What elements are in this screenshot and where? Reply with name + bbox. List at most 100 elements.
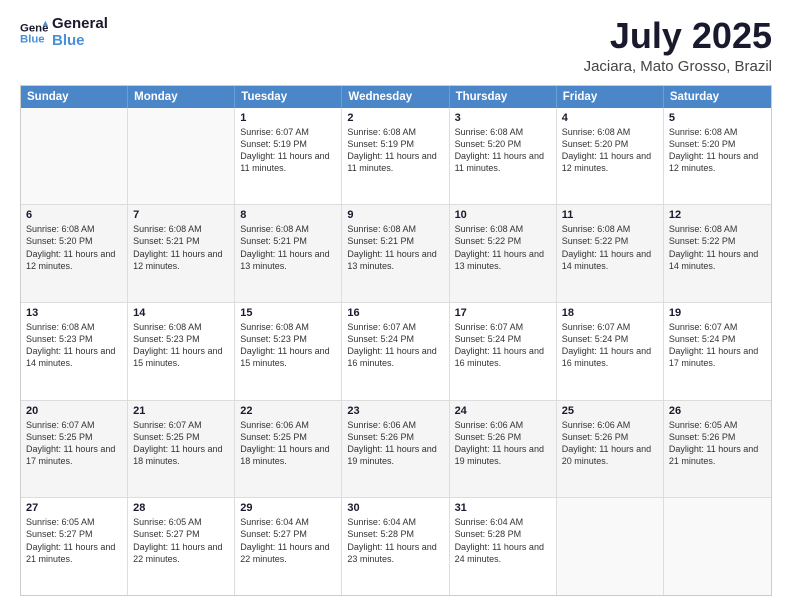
day-number: 23 <box>347 405 443 417</box>
day-number: 25 <box>562 405 658 417</box>
calendar-body: 1 Sunrise: 6:07 AM Sunset: 5:19 PM Daylig… <box>21 108 771 595</box>
cal-cell-2-6: 19 Sunrise: 6:07 AM Sunset: 5:24 PM Dayli… <box>664 303 771 400</box>
cal-cell-2-1: 14 Sunrise: 6:08 AM Sunset: 5:23 PM Dayli… <box>128 303 235 400</box>
header-day-thursday: Thursday <box>450 86 557 108</box>
day-number: 16 <box>347 307 443 319</box>
header-day-friday: Friday <box>557 86 664 108</box>
cal-cell-4-0: 27 Sunrise: 6:05 AM Sunset: 5:27 PM Dayli… <box>21 498 128 595</box>
cell-text: Sunrise: 6:05 AM Sunset: 5:26 PM Dayligh… <box>669 419 766 468</box>
header-day-sunday: Sunday <box>21 86 128 108</box>
cal-cell-0-2: 1 Sunrise: 6:07 AM Sunset: 5:19 PM Daylig… <box>235 108 342 205</box>
subtitle: Jaciara, Mato Grosso, Brazil <box>584 58 772 75</box>
cal-cell-0-6: 5Sunrise: 6:08 AM Sunset: 5:20 PM Daylig… <box>664 108 771 205</box>
week-row-3: 20Sunrise: 6:07 AM Sunset: 5:25 PM Dayli… <box>21 400 771 498</box>
cal-cell-4-5 <box>557 498 664 595</box>
cal-cell-1-4: 10Sunrise: 6:08 AM Sunset: 5:22 PM Dayli… <box>450 205 557 302</box>
cal-cell-2-3: 16 Sunrise: 6:07 AM Sunset: 5:24 PM Dayli… <box>342 303 449 400</box>
cell-text: Sunrise: 6:04 AM Sunset: 5:27 PM Dayligh… <box>240 516 336 565</box>
cal-cell-4-4: 31 Sunrise: 6:04 AM Sunset: 5:28 PM Dayli… <box>450 498 557 595</box>
cal-cell-4-6 <box>664 498 771 595</box>
cell-text: Sunrise: 6:08 AM Sunset: 5:21 PM Dayligh… <box>240 223 336 272</box>
cell-text: Sunrise: 6:07 AM Sunset: 5:25 PM Dayligh… <box>133 419 229 468</box>
calendar: SundayMondayTuesdayWednesdayThursdayFrid… <box>20 85 772 596</box>
day-number: 12 <box>669 209 766 221</box>
cell-text: Sunrise: 6:08 AM Sunset: 5:20 PM Dayligh… <box>562 126 658 175</box>
cal-cell-1-1: 7Sunrise: 6:08 AM Sunset: 5:21 PM Daylig… <box>128 205 235 302</box>
day-number: 4 <box>562 112 658 124</box>
cell-text: Sunrise: 6:07 AM Sunset: 5:24 PM Dayligh… <box>669 321 766 370</box>
cell-text: Sunrise: 6:08 AM Sunset: 5:19 PM Dayligh… <box>347 126 443 175</box>
cal-cell-2-4: 17 Sunrise: 6:07 AM Sunset: 5:24 PM Dayli… <box>450 303 557 400</box>
cal-cell-3-3: 23 Sunrise: 6:06 AM Sunset: 5:26 PM Dayli… <box>342 401 449 498</box>
logo-icon: General Blue <box>20 19 48 47</box>
day-number: 6 <box>26 209 122 221</box>
cell-text: Sunrise: 6:05 AM Sunset: 5:27 PM Dayligh… <box>26 516 122 565</box>
cell-text: Sunrise: 6:08 AM Sunset: 5:21 PM Dayligh… <box>133 223 229 272</box>
day-number: 14 <box>133 307 229 319</box>
cell-text: Sunrise: 6:08 AM Sunset: 5:22 PM Dayligh… <box>669 223 766 272</box>
day-number: 8 <box>240 209 336 221</box>
cell-text: Sunrise: 6:07 AM Sunset: 5:19 PM Dayligh… <box>240 126 336 175</box>
svg-text:Blue: Blue <box>20 33 45 45</box>
cal-cell-3-1: 21 Sunrise: 6:07 AM Sunset: 5:25 PM Dayli… <box>128 401 235 498</box>
logo-blue: Blue <box>52 33 108 50</box>
cell-text: Sunrise: 6:06 AM Sunset: 5:26 PM Dayligh… <box>455 419 551 468</box>
main-title: July 2025 <box>584 16 772 56</box>
cell-text: Sunrise: 6:08 AM Sunset: 5:23 PM Dayligh… <box>133 321 229 370</box>
cal-cell-3-2: 22Sunrise: 6:06 AM Sunset: 5:25 PM Dayli… <box>235 401 342 498</box>
day-number: 2 <box>347 112 443 124</box>
day-number: 18 <box>562 307 658 319</box>
day-number: 5 <box>669 112 766 124</box>
day-number: 1 <box>240 112 336 124</box>
cell-text: Sunrise: 6:07 AM Sunset: 5:24 PM Dayligh… <box>562 321 658 370</box>
cell-text: Sunrise: 6:07 AM Sunset: 5:25 PM Dayligh… <box>26 419 122 468</box>
cal-cell-2-0: 13Sunrise: 6:08 AM Sunset: 5:23 PM Dayli… <box>21 303 128 400</box>
header-day-saturday: Saturday <box>664 86 771 108</box>
page: General Blue General Blue July 2025 Jaci… <box>0 0 792 612</box>
day-number: 27 <box>26 502 122 514</box>
day-number: 21 <box>133 405 229 417</box>
cell-text: Sunrise: 6:04 AM Sunset: 5:28 PM Dayligh… <box>455 516 551 565</box>
cal-cell-4-3: 30 Sunrise: 6:04 AM Sunset: 5:28 PM Dayli… <box>342 498 449 595</box>
cal-cell-1-6: 12 Sunrise: 6:08 AM Sunset: 5:22 PM Dayli… <box>664 205 771 302</box>
cal-cell-0-4: 3Sunrise: 6:08 AM Sunset: 5:20 PM Daylig… <box>450 108 557 205</box>
week-row-0: 1 Sunrise: 6:07 AM Sunset: 5:19 PM Daylig… <box>21 108 771 205</box>
header-day-monday: Monday <box>128 86 235 108</box>
week-row-1: 6 Sunrise: 6:08 AM Sunset: 5:20 PM Daylig… <box>21 204 771 302</box>
cell-text: Sunrise: 6:08 AM Sunset: 5:21 PM Dayligh… <box>347 223 443 272</box>
cal-cell-0-3: 2 Sunrise: 6:08 AM Sunset: 5:19 PM Daylig… <box>342 108 449 205</box>
cell-text: Sunrise: 6:07 AM Sunset: 5:24 PM Dayligh… <box>347 321 443 370</box>
day-number: 11 <box>562 209 658 221</box>
cell-text: Sunrise: 6:08 AM Sunset: 5:20 PM Dayligh… <box>26 223 122 272</box>
logo: General Blue General Blue <box>20 16 108 49</box>
day-number: 17 <box>455 307 551 319</box>
cal-cell-3-0: 20Sunrise: 6:07 AM Sunset: 5:25 PM Dayli… <box>21 401 128 498</box>
calendar-header: SundayMondayTuesdayWednesdayThursdayFrid… <box>21 86 771 108</box>
cal-cell-0-5: 4 Sunrise: 6:08 AM Sunset: 5:20 PM Daylig… <box>557 108 664 205</box>
cal-cell-0-1 <box>128 108 235 205</box>
cal-cell-3-6: 26 Sunrise: 6:05 AM Sunset: 5:26 PM Dayli… <box>664 401 771 498</box>
cal-cell-2-5: 18 Sunrise: 6:07 AM Sunset: 5:24 PM Dayli… <box>557 303 664 400</box>
day-number: 19 <box>669 307 766 319</box>
cal-cell-4-2: 29 Sunrise: 6:04 AM Sunset: 5:27 PM Dayli… <box>235 498 342 595</box>
day-number: 30 <box>347 502 443 514</box>
cal-cell-2-2: 15Sunrise: 6:08 AM Sunset: 5:23 PM Dayli… <box>235 303 342 400</box>
cell-text: Sunrise: 6:06 AM Sunset: 5:25 PM Dayligh… <box>240 419 336 468</box>
day-number: 26 <box>669 405 766 417</box>
cell-text: Sunrise: 6:05 AM Sunset: 5:27 PM Dayligh… <box>133 516 229 565</box>
cal-cell-0-0 <box>21 108 128 205</box>
day-number: 9 <box>347 209 443 221</box>
cell-text: Sunrise: 6:08 AM Sunset: 5:20 PM Dayligh… <box>455 126 551 175</box>
header-day-tuesday: Tuesday <box>235 86 342 108</box>
cal-cell-1-3: 9 Sunrise: 6:08 AM Sunset: 5:21 PM Daylig… <box>342 205 449 302</box>
cal-cell-4-1: 28Sunrise: 6:05 AM Sunset: 5:27 PM Dayli… <box>128 498 235 595</box>
cell-text: Sunrise: 6:08 AM Sunset: 5:23 PM Dayligh… <box>240 321 336 370</box>
cell-text: Sunrise: 6:07 AM Sunset: 5:24 PM Dayligh… <box>455 321 551 370</box>
cell-text: Sunrise: 6:04 AM Sunset: 5:28 PM Dayligh… <box>347 516 443 565</box>
cell-text: Sunrise: 6:08 AM Sunset: 5:22 PM Dayligh… <box>562 223 658 272</box>
cell-text: Sunrise: 6:06 AM Sunset: 5:26 PM Dayligh… <box>347 419 443 468</box>
logo-general: General <box>52 16 108 33</box>
day-number: 29 <box>240 502 336 514</box>
cal-cell-1-5: 11 Sunrise: 6:08 AM Sunset: 5:22 PM Dayli… <box>557 205 664 302</box>
day-number: 31 <box>455 502 551 514</box>
